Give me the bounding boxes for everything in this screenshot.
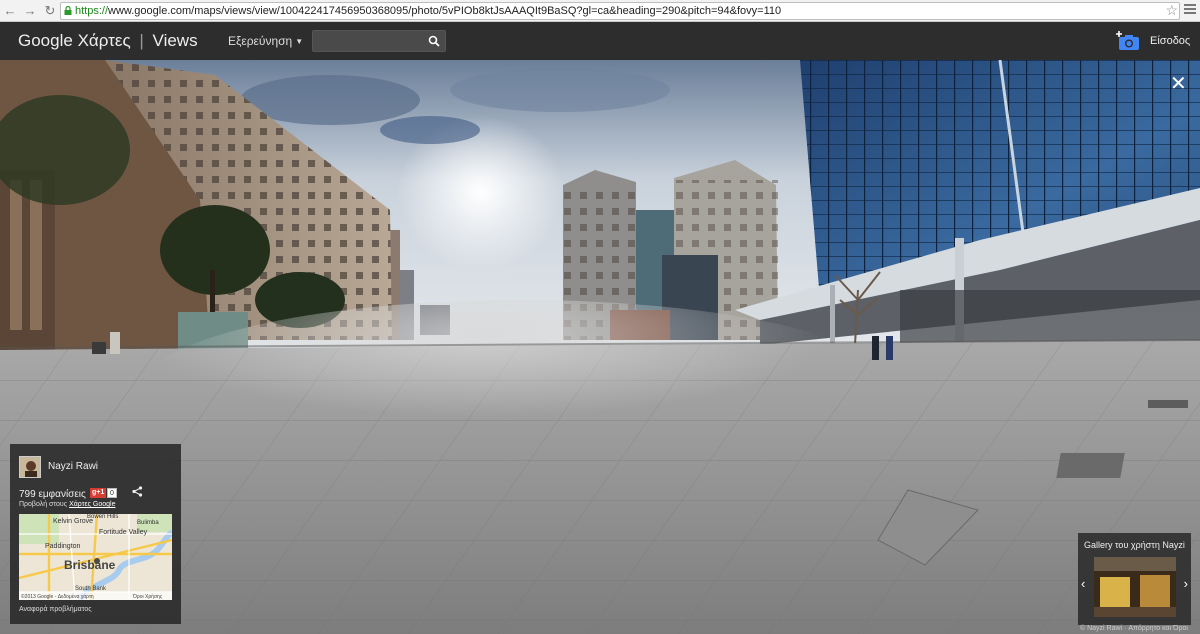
caret-down-icon: ▼ — [295, 37, 304, 46]
view-in-maps: Προβολή στους Χάρτες Google — [19, 501, 115, 508]
map-label-bowen-hills: Bowen Hills — [87, 514, 118, 520]
map-terms-link[interactable]: Όροι Χρήσης — [132, 593, 163, 600]
gallery-title[interactable]: Gallery του χρήστη Nayzi Rawi — [1084, 540, 1188, 550]
gallery-thumbnail-image — [1094, 557, 1176, 617]
google-maps-link[interactable]: Χάρτες Google — [69, 501, 115, 508]
gallery-thumbnail[interactable] — [1094, 557, 1176, 617]
bookmark-star-icon[interactable]: ☆ — [1165, 2, 1178, 19]
reload-icon[interactable]: ↻ — [40, 1, 60, 21]
view-in-prefix: Προβολή στους — [19, 501, 68, 508]
forward-arrow-icon[interactable]: → — [20, 1, 40, 21]
share-icon[interactable] — [132, 486, 143, 497]
search-box — [312, 30, 446, 52]
url-scheme: https:// — [75, 5, 109, 17]
close-icon[interactable]: ✕ — [1170, 74, 1187, 94]
chevron-left-icon[interactable]: ‹ — [1081, 576, 1085, 591]
explore-label: Εξερεύνηση — [228, 34, 293, 48]
report-problem-link[interactable]: Αναφορά προβλήματος — [19, 606, 92, 613]
lock-icon — [64, 6, 72, 15]
logo-separator: | — [139, 31, 144, 50]
gplus-button[interactable]: g+1 — [90, 488, 107, 498]
logo-google: Google — [18, 31, 73, 50]
view-count: 799 εμφανίσεις — [19, 489, 86, 500]
url-path: www.google.com/maps/views/view/100422417… — [108, 5, 782, 17]
signin-button[interactable]: Είσοδος — [1150, 35, 1190, 47]
map-label-bulimba: Bulimba — [137, 520, 159, 526]
map-label-fortitude-valley: Fortitude Valley — [99, 529, 148, 536]
author-name[interactable]: Nayzi Rawi — [48, 461, 98, 472]
logo-views: Views — [152, 31, 198, 50]
map-label-south-bank: South Bank — [75, 586, 107, 592]
address-bar[interactable]: https://www.google.com/maps/views/view/1… — [60, 2, 1180, 20]
photo-info-panel: Nayzi Rawi 799 εμφανίσεις g+1 0 Προβολή … — [10, 444, 181, 624]
browser-toolbar: ← → ↻ https://www.google.com/maps/views/… — [0, 0, 1200, 22]
chevron-right-icon[interactable]: › — [1184, 576, 1188, 591]
location-marker — [94, 558, 100, 564]
add-photo-camera-icon[interactable] — [1116, 31, 1140, 51]
search-input[interactable] — [313, 31, 421, 51]
location-minimap[interactable]: Kelvin Grove Bowen Hills Bulimba Padding… — [19, 514, 172, 600]
google-maps-views-logo[interactable]: Google Χάρτες | Views — [18, 31, 198, 51]
minimap-graphic: Kelvin Grove Bowen Hills Bulimba Padding… — [19, 514, 172, 600]
explore-menu[interactable]: Εξερεύνηση ▼ — [228, 34, 303, 48]
avatar[interactable] — [19, 456, 41, 478]
search-icon[interactable] — [428, 35, 440, 47]
user-gallery-panel: Gallery του χρήστη Nayzi Rawi ‹ › — [1078, 533, 1191, 625]
app-header: Google Χάρτες | Views Εξερεύνηση ▼ Είσοδο… — [0, 22, 1200, 60]
avatar-image — [20, 457, 40, 477]
browser-menu-icon[interactable] — [1184, 4, 1196, 16]
footer-attribution[interactable]: © Nayzi Rawi · Απόρρητο και Όροι — [1080, 625, 1188, 632]
map-label-paddington: Paddington — [45, 543, 81, 550]
map-copyright: ©2013 Google - Δεδομένα χάρτη — [21, 593, 94, 600]
map-label-brisbane: Brisbane — [64, 558, 116, 572]
gplus-count: 0 — [107, 488, 117, 498]
back-arrow-icon[interactable]: ← — [0, 1, 20, 21]
logo-maps: Χάρτες — [77, 31, 131, 50]
